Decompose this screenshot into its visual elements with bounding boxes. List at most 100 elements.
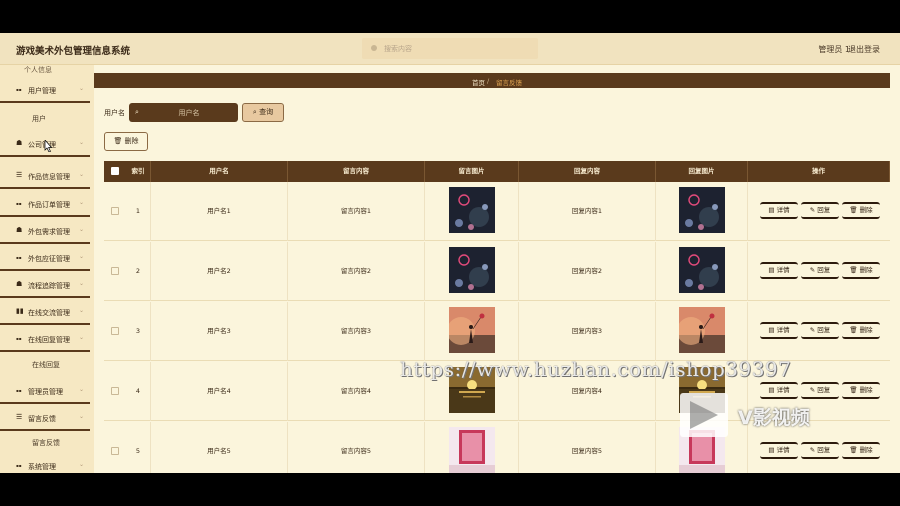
detail-button[interactable]: ▤ 详情 — [760, 442, 798, 459]
sidebar-item[interactable]: ▪▪ 系统管理 ⌄ — [0, 453, 90, 473]
table-row: 3 用户名3 留言内容3 回复内容3 ▤ 详情 ✎ 回复 🗑 删除 — [104, 302, 890, 361]
sidebar-item[interactable]: ☰ 作品信息管理 ⌄ — [0, 163, 90, 189]
select-all-checkbox[interactable] — [111, 167, 119, 175]
logout-link[interactable]: 退出登录 — [848, 44, 880, 55]
detail-icon: ▤ — [768, 266, 777, 274]
reply-button[interactable]: ✎ 回复 — [801, 202, 839, 219]
delete-button[interactable]: 🗑 删除 — [842, 322, 880, 339]
detail-button[interactable]: ▤ 详情 — [760, 322, 798, 339]
sidebar: 个人信息 ▪▪ 用户管理 ⌄ 用户 ☗ 公司管理 ⌄ ☰ 作品信息管理 ⌄ ▪▪ 作品订单管理 ⌄ ☗ 外包… — [0, 65, 94, 473]
delete-button[interactable]: 🗑 删除 — [842, 262, 880, 279]
actions-cell: ▤ 详情 ✎ 回复 🗑 删除 — [748, 302, 890, 361]
message-image[interactable] — [449, 247, 495, 293]
sidebar-item-label: 在线回复管理 — [28, 336, 70, 344]
column-header: 索引 — [126, 161, 151, 182]
chevron-down-icon: ⌄ — [79, 413, 85, 420]
message-content-cell: 留言内容3 — [288, 302, 425, 361]
row-checkbox[interactable] — [111, 267, 119, 275]
current-user[interactable]: 管理员 1 — [818, 44, 850, 55]
grid-icon: ▪▪ — [16, 463, 22, 468]
delete-button[interactable]: 🗑 删除 — [842, 202, 880, 219]
delete-button-label: 删除 — [859, 326, 873, 334]
message-image[interactable] — [449, 187, 495, 233]
message-image[interactable] — [449, 307, 495, 353]
sidebar-subitem[interactable]: 在线回复 — [0, 352, 90, 376]
sidebar-subitem[interactable]: 留言反馈 — [0, 430, 90, 454]
sidebar-item-label: 外包应征管理 — [28, 255, 70, 263]
delete-button-label: 删除 — [859, 266, 873, 274]
message-image-cell — [425, 182, 519, 241]
chevron-down-icon: ⌄ — [79, 85, 85, 92]
row-checkbox[interactable] — [111, 327, 119, 335]
delete-button[interactable]: 🗑 删除 — [842, 442, 880, 459]
sidebar-item[interactable]: ▪▪ 管理员管理 ⌄ — [0, 378, 90, 404]
delete-icon: 🗑 — [849, 446, 860, 454]
table-row: 2 用户名2 留言内容2 回复内容2 ▤ 详情 ✎ 回复 🗑 删除 — [104, 242, 890, 301]
sidebar-item-profile[interactable]: 个人信息 — [24, 65, 52, 73]
top-bar: 游戏美术外包管理信息系统 搜索内容 管理员 1 退出登录 — [0, 33, 900, 65]
list-icon: ☰ — [16, 413, 23, 421]
delete-button-label: 删除 — [859, 206, 873, 214]
chevron-down-icon: ⌄ — [79, 307, 85, 314]
message-content-cell: 留言内容2 — [288, 242, 425, 301]
reply-button[interactable]: ✎ 回复 — [801, 262, 839, 279]
top-search-box[interactable]: 搜索内容 — [362, 38, 538, 59]
grid-icon: ▪▪ — [16, 336, 22, 341]
sidebar-item[interactable]: ▪▪ 外包应征管理 ⌄ — [0, 245, 90, 271]
reply-button[interactable]: ✎ 回复 — [801, 382, 839, 399]
detail-button-label: 详情 — [776, 266, 790, 274]
username-cell: 用户名5 — [151, 422, 288, 473]
search-field[interactable]: ⌕ — [129, 103, 238, 122]
sidebar-item-label: 留言反馈 — [28, 415, 56, 423]
detail-button[interactable]: ▤ 详情 — [760, 262, 798, 279]
reply-content-cell: 回复内容1 — [519, 182, 656, 241]
detail-button[interactable]: ▤ 详情 — [760, 382, 798, 399]
reply-image[interactable] — [679, 307, 725, 353]
query-button[interactable]: ⌕ 查询 — [242, 103, 284, 122]
column-header: 用户名 — [151, 161, 288, 182]
delete-button[interactable]: 🗑 删除 — [842, 382, 880, 399]
sidebar-item[interactable]: ▪▪ 作品订单管理 ⌄ — [0, 191, 90, 217]
sidebar-item[interactable]: ▮▮ 在线交流管理 ⌄ — [0, 299, 90, 325]
delete-icon: 🗑 — [849, 326, 860, 334]
sidebar-item[interactable]: ▪▪ 用户管理 ⌄ — [0, 77, 90, 103]
reply-image[interactable] — [679, 247, 725, 293]
batch-delete-button[interactable]: 🗑 删除 — [104, 132, 148, 151]
column-header: 留言内容 — [288, 161, 425, 182]
sidebar-item[interactable]: ☰ 留言反馈 ⌄ — [0, 405, 90, 431]
reply-button[interactable]: ✎ 回复 — [801, 442, 839, 459]
sidebar-item[interactable]: ☗ 外包需求管理 ⌄ — [0, 218, 90, 244]
grid-icon: ▪▪ — [16, 201, 22, 206]
column-header: 回复内容 — [519, 161, 656, 182]
chevron-down-icon: ⌄ — [79, 139, 85, 146]
reply-button-label: 回复 — [817, 326, 831, 334]
detail-button[interactable]: ▤ 详情 — [760, 202, 798, 219]
username-search-input[interactable] — [145, 106, 233, 119]
detail-icon: ▤ — [768, 386, 777, 394]
sidebar-item-label: 外包需求管理 — [28, 228, 70, 236]
row-checkbox[interactable] — [111, 447, 119, 455]
detail-icon: ▤ — [768, 446, 777, 454]
delete-button-label: 删除 — [859, 446, 873, 454]
index-cell: 3 — [126, 302, 151, 361]
query-button-label: 查询 — [259, 108, 274, 116]
reply-button[interactable]: ✎ 回复 — [801, 322, 839, 339]
breadcrumb-home[interactable]: 首页 — [472, 77, 485, 87]
sidebar-item-label: 系统管理 — [28, 463, 56, 471]
table-header: 索引 用户名 留言内容 留言图片 回复内容 回复图片 操作 — [104, 161, 890, 182]
sidebar-subitem[interactable]: 用户 — [0, 106, 90, 130]
index-cell: 1 — [126, 182, 151, 241]
sidebar-subitem-label: 留言反馈 — [32, 439, 60, 447]
reply-image[interactable] — [679, 187, 725, 233]
row-checkbox[interactable] — [111, 207, 119, 215]
row-checkbox[interactable] — [111, 387, 119, 395]
reply-button-label: 回复 — [817, 446, 831, 454]
sidebar-item[interactable]: ▪▪ 在线回复管理 ⌄ — [0, 326, 90, 352]
breadcrumb-current: 留言反馈 — [496, 79, 522, 87]
sidebar-subitem-label: 用户 — [32, 115, 46, 123]
message-image-cell — [425, 302, 519, 361]
delete-icon: 🗑 — [849, 266, 860, 274]
sidebar-item[interactable]: ☗ 流程追踪管理 ⌄ — [0, 272, 90, 298]
message-image[interactable] — [449, 427, 495, 473]
chevron-down-icon: ⌄ — [79, 171, 85, 178]
